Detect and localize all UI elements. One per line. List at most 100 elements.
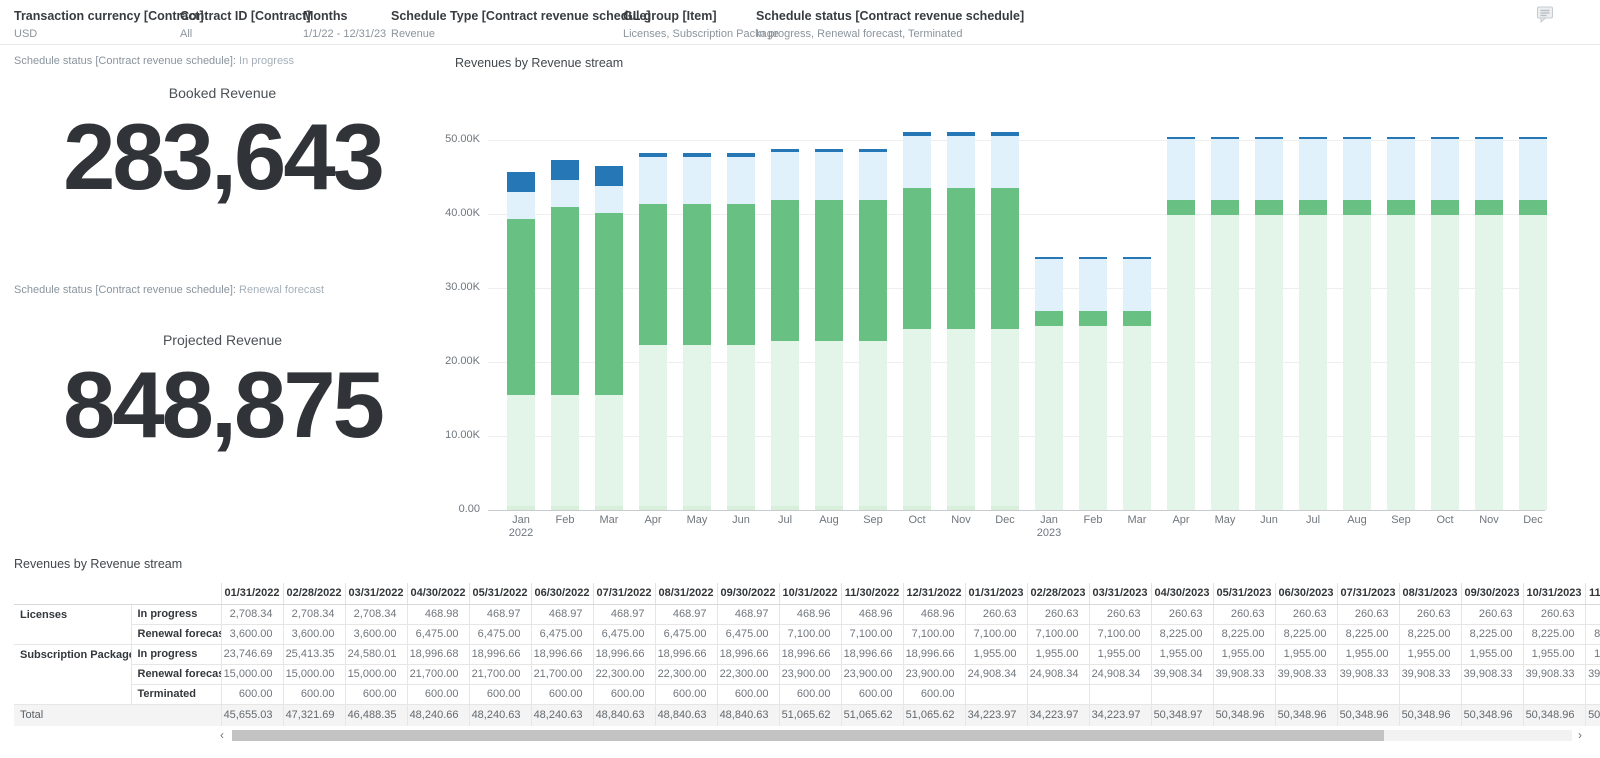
bar-segment[interactable] <box>1255 200 1283 215</box>
bar-segment[interactable] <box>1079 325 1107 510</box>
bar-apr[interactable] <box>639 153 667 510</box>
filter-schedule-status[interactable]: Schedule status [Contract revenue schedu… <box>756 9 1024 40</box>
bar-dec[interactable] <box>991 132 1019 510</box>
bar-may[interactable] <box>1211 137 1239 510</box>
bar-segment[interactable] <box>727 505 755 510</box>
bar-sep[interactable] <box>1387 137 1415 510</box>
bar-segment[interactable] <box>639 344 667 506</box>
bar-sep[interactable] <box>859 148 887 510</box>
bar-may[interactable] <box>683 153 711 510</box>
bar-segment[interactable] <box>683 204 711 345</box>
filter-months[interactable]: Months 1/1/22 - 12/31/23 <box>303 9 386 40</box>
bar-jun[interactable] <box>1255 137 1283 510</box>
bar-segment[interactable] <box>1387 214 1415 510</box>
bar-segment[interactable] <box>859 340 887 506</box>
bar-segment[interactable] <box>595 212 623 395</box>
bar-segment[interactable] <box>947 505 975 510</box>
bar-segment[interactable] <box>595 394 623 506</box>
bar-segment[interactable] <box>639 505 667 510</box>
bar-jun[interactable] <box>727 153 755 510</box>
bar-segment[interactable] <box>1475 200 1503 215</box>
scrollbar-thumb[interactable] <box>232 730 1384 741</box>
bar-segment[interactable] <box>771 152 799 200</box>
bar-segment[interactable] <box>859 505 887 510</box>
bar-segment[interactable] <box>1431 214 1459 510</box>
bar-segment[interactable] <box>1211 214 1239 510</box>
bar-segment[interactable] <box>991 135 1019 189</box>
bar-segment[interactable] <box>815 505 843 510</box>
bar-segment[interactable] <box>1035 325 1063 510</box>
bar-segment[interactable] <box>595 166 623 187</box>
bar-segment[interactable] <box>947 135 975 189</box>
bar-segment[interactable] <box>1475 139 1503 201</box>
bar-segment[interactable] <box>815 199 843 341</box>
bar-segment[interactable] <box>507 218 535 395</box>
bar-segment[interactable] <box>1035 258 1063 312</box>
bar-segment[interactable] <box>1167 214 1195 510</box>
bar-segment[interactable] <box>551 159 579 180</box>
bar-segment[interactable] <box>859 199 887 341</box>
bar-segment[interactable] <box>551 505 579 510</box>
bar-segment[interactable] <box>683 344 711 506</box>
bar-segment[interactable] <box>1475 214 1503 510</box>
bar-segment[interactable] <box>1079 258 1107 312</box>
bar-segment[interactable] <box>683 156 711 205</box>
bar-segment[interactable] <box>1123 258 1151 312</box>
bar-segment[interactable] <box>1079 311 1107 326</box>
filter-schedule-type[interactable]: Schedule Type [Contract revenue schedule… <box>391 9 651 40</box>
bar-segment[interactable] <box>1123 311 1151 326</box>
bar-segment[interactable] <box>1255 139 1283 201</box>
bar-segment[interactable] <box>1255 214 1283 510</box>
bar-segment[interactable] <box>1343 200 1371 215</box>
bar-segment[interactable] <box>595 186 623 213</box>
bar-dec[interactable] <box>1519 137 1547 510</box>
bar-segment[interactable] <box>771 199 799 341</box>
bar-segment[interactable] <box>771 505 799 510</box>
bar-segment[interactable] <box>1211 200 1239 215</box>
bar-segment[interactable] <box>1343 214 1371 510</box>
bar-segment[interactable] <box>1387 200 1415 215</box>
bar-segment[interactable] <box>551 206 579 395</box>
bar-segment[interactable] <box>551 394 579 506</box>
bar-nov[interactable] <box>1475 137 1503 510</box>
bar-segment[interactable] <box>1519 200 1547 215</box>
bar-segment[interactable] <box>507 505 535 510</box>
bar-segment[interactable] <box>1299 200 1327 215</box>
bar-segment[interactable] <box>991 188 1019 329</box>
bar-segment[interactable] <box>1343 139 1371 201</box>
bar-segment[interactable] <box>771 340 799 506</box>
bar-feb[interactable] <box>1079 256 1107 510</box>
bar-segment[interactable] <box>639 204 667 345</box>
bar-segment[interactable] <box>1299 214 1327 510</box>
bar-segment[interactable] <box>815 340 843 506</box>
bar-nov[interactable] <box>947 132 975 510</box>
bar-oct[interactable] <box>1431 137 1459 510</box>
bar-segment[interactable] <box>903 505 931 510</box>
note-icon[interactable] <box>1536 5 1556 25</box>
bar-segment[interactable] <box>1167 200 1195 215</box>
bar-segment[interactable] <box>1519 139 1547 201</box>
bar-segment[interactable] <box>1035 311 1063 326</box>
bar-segment[interactable] <box>1519 214 1547 510</box>
scroll-left-arrow[interactable]: ‹ <box>216 729 228 742</box>
bar-segment[interactable] <box>1431 200 1459 215</box>
bar-segment[interactable] <box>1211 139 1239 201</box>
bar-segment[interactable] <box>1387 139 1415 201</box>
bar-segment[interactable] <box>727 156 755 205</box>
bar-segment[interactable] <box>507 394 535 506</box>
scroll-right-arrow[interactable]: › <box>1574 729 1586 742</box>
bar-segment[interactable] <box>903 188 931 329</box>
bar-segment[interactable] <box>991 328 1019 506</box>
bar-jul[interactable] <box>1299 137 1327 510</box>
bar-feb[interactable] <box>551 159 579 510</box>
bar-segment[interactable] <box>1167 139 1195 201</box>
bar-apr[interactable] <box>1167 137 1195 510</box>
filter-contract-id[interactable]: Contract ID [Contract] All <box>180 9 311 40</box>
bar-segment[interactable] <box>815 152 843 200</box>
filter-transaction-currency[interactable]: Transaction currency [Contract] USD <box>14 9 204 40</box>
bar-segment[interactable] <box>859 152 887 200</box>
bar-segment[interactable] <box>551 179 579 207</box>
bar-segment[interactable] <box>507 172 535 193</box>
bar-segment[interactable] <box>595 505 623 510</box>
bar-segment[interactable] <box>903 135 931 189</box>
